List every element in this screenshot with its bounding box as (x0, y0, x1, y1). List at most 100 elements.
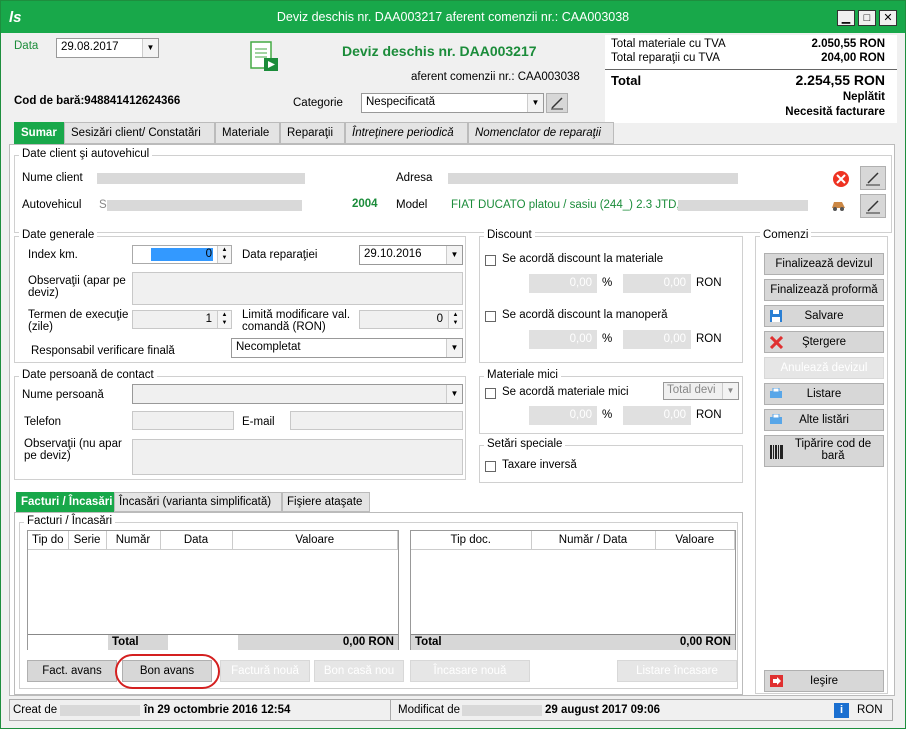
facturi-left-grid[interactable]: Tip do Serie Număr Data Valoare Total 0,… (27, 530, 399, 650)
materiale-mici-select[interactable]: Total devi ▼ (663, 382, 739, 400)
limita-input[interactable]: 0 ▲ ▼ (359, 310, 463, 329)
col-data[interactable]: Data (160, 531, 233, 550)
col-valoare[interactable]: Valoare (232, 531, 398, 550)
model-value: FIAT DUCATO platou / sasiu (244_) 2.3 JT… (451, 199, 680, 211)
responsabil-select[interactable]: Necompletat ▼ (231, 338, 463, 358)
col-valoare-right[interactable]: Valoare (655, 531, 735, 550)
tiparire-cod-bara-button[interactable]: Tipărire cod de bară (764, 435, 884, 467)
salvare-button[interactable]: Salvare (764, 305, 884, 327)
limita-spinner[interactable]: ▲ ▼ (448, 311, 462, 328)
tab-incasari-simplificata[interactable]: Încasări (varianta simplificată) (114, 492, 282, 512)
stergere-button[interactable]: Ştergere (764, 331, 884, 353)
finalizeaza-devizul-button[interactable]: Finalizează devizul (764, 253, 884, 275)
factura-noua-button[interactable]: Factură nouă (220, 660, 310, 682)
discount-manopera-ron-input[interactable]: 0,00 (623, 330, 691, 349)
taxare-inversa-checkbox[interactable] (485, 461, 496, 472)
close-button[interactable]: ✕ (879, 10, 897, 26)
discount-group-title: Discount (484, 229, 535, 241)
index-km-spinner[interactable]: ▲ ▼ (217, 246, 231, 263)
discount-materiale-pct-input[interactable]: 0,00 (529, 274, 597, 293)
termen-spinner[interactable]: ▲ ▼ (217, 311, 231, 328)
tab-sesizari[interactable]: Sesizări client/ Constatări (64, 122, 215, 144)
minimize-button[interactable]: ▁ (837, 10, 855, 26)
autovehicul-label: Autovehicul (22, 199, 82, 211)
tab-fisiere-atasate[interactable]: Fişiere ataşate (282, 492, 370, 512)
facturi-left-total-label: Total (112, 636, 139, 648)
incasare-noua-button[interactable]: Încasare nouă (410, 660, 530, 682)
highlight-circle (115, 654, 220, 689)
materiale-mici-checkbox[interactable] (485, 388, 496, 399)
finalizeaza-proforma-button[interactable]: Finalizează proformă (764, 279, 884, 301)
col-tip-doc[interactable]: Tip doc. (411, 531, 532, 550)
print-icon (770, 388, 782, 398)
categorie-select[interactable]: Nespecificată ▼ (361, 93, 544, 113)
iesire-button[interactable]: Ieşire (764, 670, 884, 692)
index-km-input[interactable]: 0 ▲ ▼ (132, 245, 232, 264)
discount-manopera-pct-input[interactable]: 0,00 (529, 330, 597, 349)
materiale-mici-ron-input[interactable]: 0,00 (623, 406, 691, 425)
telefon-label: Telefon (24, 416, 62, 428)
tab-facturi-incasari[interactable]: Facturi / Încasări (16, 492, 114, 512)
data-label: Data (14, 40, 39, 52)
edit-vehicle-button[interactable] (860, 194, 886, 218)
termen-input[interactable]: 1 ▲ ▼ (132, 310, 232, 329)
total-reparatii-label: Total reparaţii cu TVA (611, 52, 720, 64)
info-icon[interactable]: i (834, 703, 849, 718)
discount-manopera-label: Se acordă discount la manoperă (502, 309, 668, 321)
adresa-label: Adresa (396, 172, 433, 184)
maximize-button[interactable]: □ (858, 10, 876, 26)
tab-sumar[interactable]: Sumar (14, 122, 64, 144)
facturi-group-title: Facturi / Încasări (24, 515, 115, 527)
nume-client-label: Nume client (22, 172, 83, 184)
discount-materiale-checkbox[interactable] (485, 255, 496, 266)
model-label: Model (396, 199, 428, 211)
tab-nomenclator[interactable]: Nomenclator de reparaţii (468, 122, 614, 144)
observatii-contact-input[interactable] (132, 439, 463, 475)
bon-casa-nou-button[interactable]: Bon casă nou (314, 660, 404, 682)
observatii-contact-label: Observaţii (nu apar pe deviz) (24, 438, 122, 462)
col-tip-do[interactable]: Tip do (28, 531, 69, 550)
tab-reparatii[interactable]: Reparaţii (280, 122, 345, 144)
edit-categorie-button[interactable] (546, 93, 568, 113)
discount-materiale-ron-input[interactable]: 0,00 (623, 274, 691, 293)
facturi-group: Facturi / Încasări Tip do Serie Număr Da… (19, 515, 738, 689)
data-reparatiei-picker[interactable]: 29.10.2016 ▼ (359, 245, 463, 265)
materiale-mici-pct-input[interactable]: 0,00 (529, 406, 597, 425)
alte-listari-button[interactable]: Alte listări (764, 409, 884, 431)
facturi-right-total-label: Total (415, 636, 442, 648)
document-play-icon (249, 41, 279, 73)
col-serie[interactable]: Serie (68, 531, 107, 550)
tab-materiale[interactable]: Materiale (215, 122, 280, 144)
materiale-mici-pct-label: % (602, 409, 613, 421)
observatii-input[interactable] (132, 272, 463, 305)
barcode-label: Cod de bară:948841412624366 (14, 95, 180, 107)
discount-manopera-checkbox[interactable] (485, 311, 496, 322)
invoice-status: Necesită facturare (785, 106, 885, 118)
barcode-icon (770, 445, 783, 459)
modificat-de-label: Modificat de (398, 704, 461, 716)
anuleaza-devizul-button[interactable]: Anulează devizul (764, 357, 884, 379)
col-numar[interactable]: Număr (106, 531, 161, 550)
lower-tabs: Facturi / Încasări Încasări (varianta si… (16, 492, 416, 512)
remove-client-icon[interactable] (832, 170, 850, 191)
edit-client-button[interactable] (860, 166, 886, 190)
total-row-blank (28, 635, 108, 650)
termen-label: Termen de execuţie (zile) (28, 309, 129, 333)
index-km-label: Index km. (28, 249, 78, 261)
email-input[interactable] (290, 411, 463, 430)
materiale-mici-group: Materiale mici Se acordă materiale mici … (479, 369, 743, 434)
facturi-right-grid[interactable]: Tip doc. Număr / Data Valoare Total 0,00… (410, 530, 736, 650)
data-date-picker[interactable]: 29.08.2017 ▼ (56, 38, 159, 58)
listare-button[interactable]: Listare (764, 383, 884, 405)
nume-persoana-select[interactable]: ▼ (132, 384, 463, 404)
telefon-input[interactable] (132, 411, 234, 430)
listare-incasare-button[interactable]: Listare încasare (617, 660, 737, 682)
chevron-down-icon: ▼ (446, 246, 462, 264)
car-search-icon[interactable] (830, 196, 848, 215)
fact-avans-button[interactable]: Fact. avans (27, 660, 117, 682)
discount-manopera-ron-label: RON (696, 333, 722, 345)
tab-intretinere[interactable]: Întreţinere periodică (345, 122, 468, 144)
discount-materiale-ron-label: RON (696, 277, 722, 289)
discount-materiale-label: Se acordă discount la materiale (502, 253, 664, 265)
col-numar-data[interactable]: Număr / Data (531, 531, 656, 550)
